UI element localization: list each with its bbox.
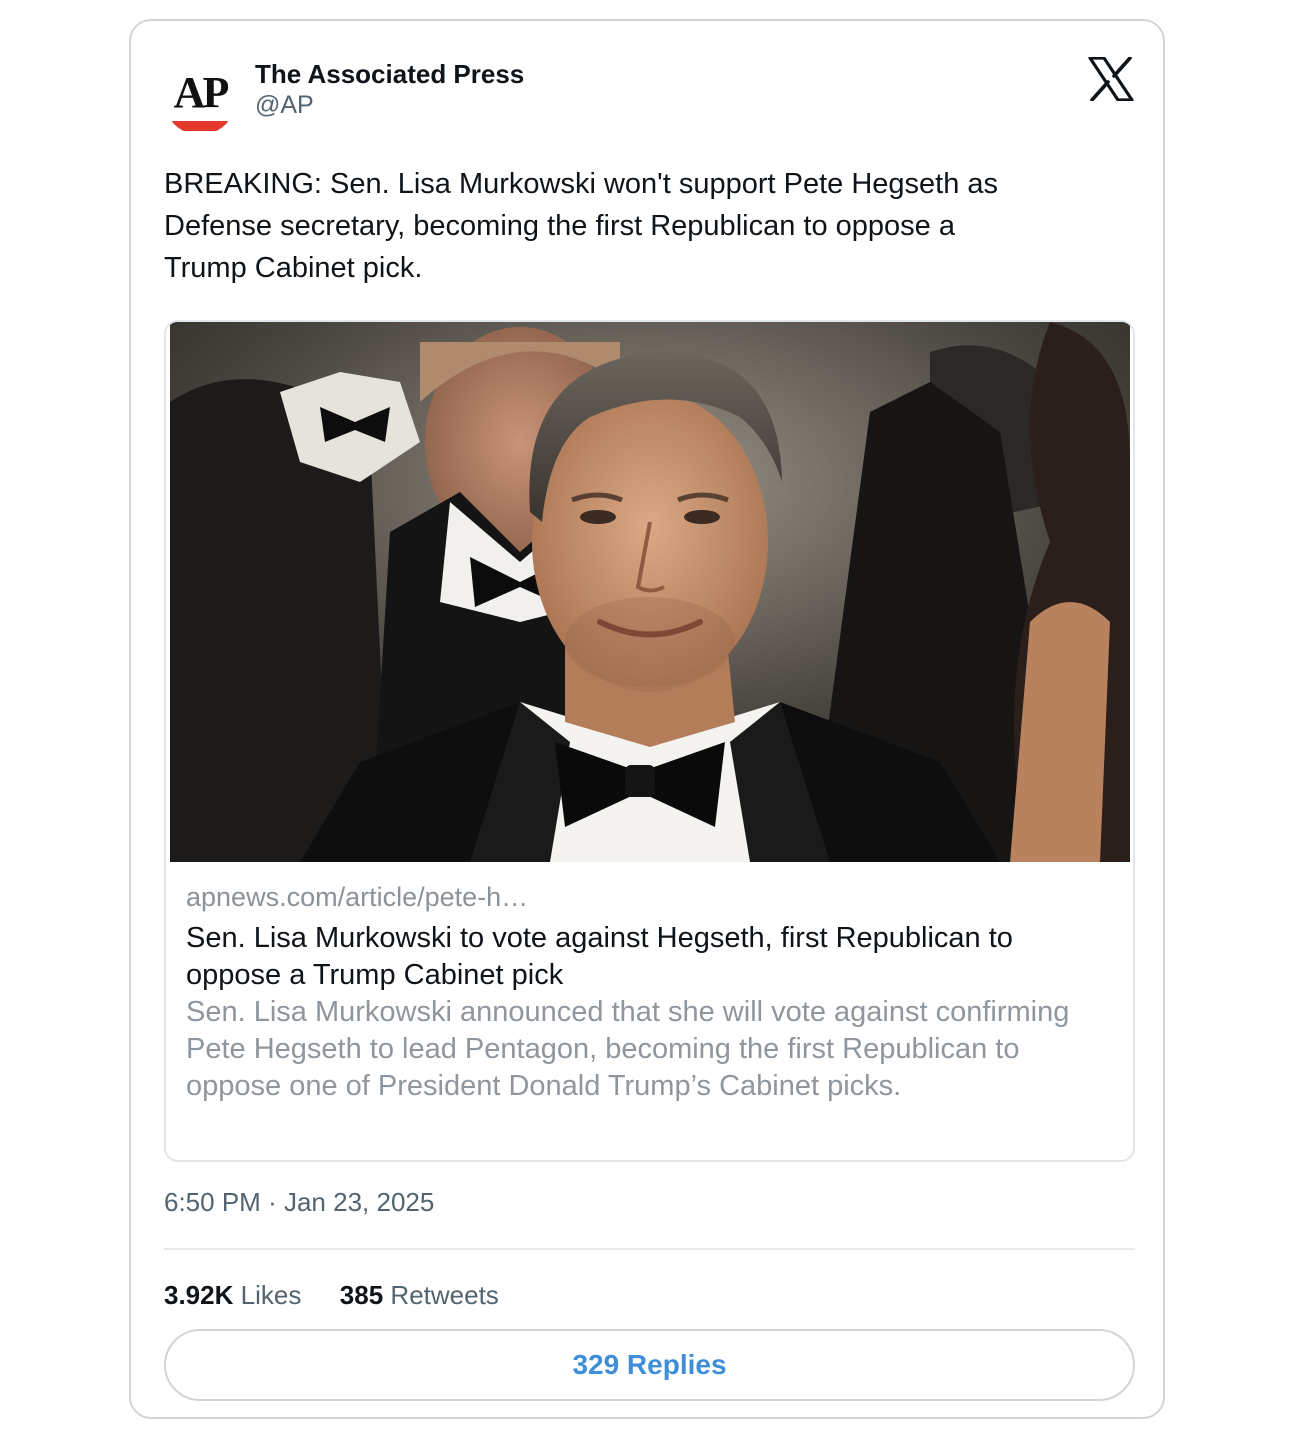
likes-label[interactable]: Likes	[241, 1280, 302, 1310]
replies-button[interactable]: 329 Replies	[164, 1329, 1135, 1401]
tweet-text: BREAKING: Sen. Lisa Murkowski won't supp…	[164, 168, 999, 284]
likes-count[interactable]: 3.92K	[164, 1280, 233, 1310]
timestamp-separator: ·	[268, 1187, 277, 1217]
tweet-time: 6:50 PM	[164, 1187, 261, 1217]
avatar-logo-text: AP	[173, 68, 230, 117]
link-preview-card[interactable]: apnews.com/article/pete-h… Sen. Lisa Mur…	[164, 320, 1135, 1162]
tweet-timestamp[interactable]: 6:50 PM · Jan 23, 2025	[164, 1187, 434, 1218]
retweets-label[interactable]: Retweets	[390, 1280, 498, 1310]
x-logo-icon[interactable]	[1088, 57, 1134, 101]
link-domain[interactable]: apnews.com/article/pete-h…	[186, 882, 528, 913]
engagement-stats: 3.92K Likes 385 Retweets	[164, 1280, 499, 1311]
divider	[164, 1248, 1135, 1250]
author-name[interactable]: The Associated Press	[255, 59, 524, 90]
link-description: Sen. Lisa Murkowski announced that she w…	[186, 996, 1070, 1102]
avatar[interactable]: AP	[164, 63, 236, 135]
link-title[interactable]: Sen. Lisa Murkowski to vote against Hegs…	[186, 920, 1116, 994]
avatar-accent-bar	[172, 121, 228, 131]
tweet-date: Jan 23, 2025	[283, 1187, 435, 1217]
retweets-count[interactable]: 385	[340, 1280, 383, 1310]
tweet-header: AP The Associated Press @AP	[164, 57, 1134, 137]
author-handle[interactable]: @AP	[255, 91, 314, 120]
tweet-card: AP The Associated Press @AP BREAKING: Se…	[129, 19, 1165, 1419]
article-photo[interactable]	[170, 322, 1130, 862]
